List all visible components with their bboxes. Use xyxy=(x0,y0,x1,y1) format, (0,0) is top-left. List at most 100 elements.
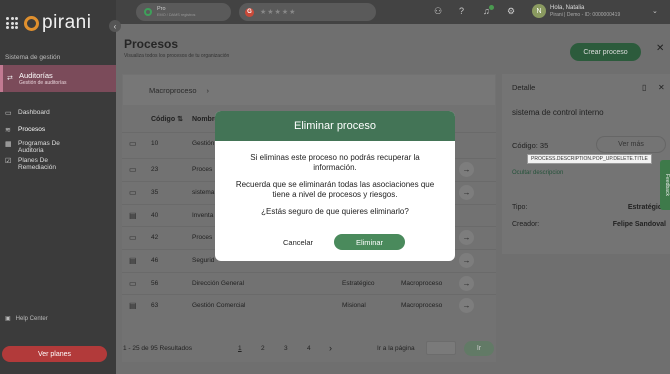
open-row-arrow-icon[interactable]: → xyxy=(459,161,474,177)
help-center-link[interactable]: ▣ Help Center xyxy=(5,315,48,323)
sidebar-item-programas[interactable]: ▦ Programas De Auditoria xyxy=(0,140,116,154)
avatar[interactable]: N xyxy=(532,4,546,18)
detail-process-name: sistema de control interno xyxy=(512,108,604,117)
folder-icon: ▭ xyxy=(129,187,137,197)
layers-icon: ≋ xyxy=(5,127,11,134)
document-icon: ▤ xyxy=(129,300,137,310)
folder-icon: ▭ xyxy=(129,232,137,242)
detail-code: Código: 35 xyxy=(512,141,549,150)
pirani-logo-icon xyxy=(24,15,39,31)
logo-row: pirani xyxy=(0,0,116,46)
sidebar-item-dashboard[interactable]: ▭ Dashboard xyxy=(0,109,116,117)
row-category: Macroproceso xyxy=(401,301,443,309)
column-code-label: Código xyxy=(151,116,176,123)
breadcrumb-label: Macroproceso xyxy=(149,85,197,95)
plan-detail: EMO / DAMS registros xyxy=(157,13,196,17)
row-category: Macroproceso xyxy=(401,279,443,287)
detail-title: Detalle xyxy=(512,83,536,92)
create-process-button[interactable]: Crear proceso xyxy=(570,43,641,61)
row-code: 23 xyxy=(151,165,159,173)
brand-logo: pirani xyxy=(24,12,91,34)
detail-panel: Detalle ▯ ✕ sistema de control interno C… xyxy=(502,74,670,254)
monitor-icon: ▭ xyxy=(5,110,12,117)
user-name: Hola, Natalia xyxy=(550,5,585,11)
row-code: 46 xyxy=(151,256,159,264)
audit-icon: ⇄ xyxy=(7,75,13,82)
apps-grid-icon[interactable] xyxy=(6,17,18,29)
table-row[interactable]: ▭ 56 Dirección General Estratégico Macro… xyxy=(122,272,496,293)
close-icon[interactable]: ✕ xyxy=(656,43,664,54)
open-row-arrow-icon[interactable]: → xyxy=(459,297,474,313)
module-auditorias[interactable]: ⇄ Auditorías Gestión de auditorías xyxy=(0,65,116,92)
folder-icon: ▭ xyxy=(129,164,137,174)
next-page-icon[interactable]: › xyxy=(329,343,332,353)
chevron-right-icon: › xyxy=(206,85,210,95)
column-code[interactable]: Código ⇅ xyxy=(151,115,183,123)
page-3[interactable]: 3 xyxy=(284,345,288,352)
rating-pill[interactable]: G ★★★★★ xyxy=(239,3,376,21)
feedback-tab[interactable]: Feedback xyxy=(660,160,670,210)
sidebar-item-planes[interactable]: ☑ Planes De Remediación xyxy=(0,157,116,171)
page-2[interactable]: 2 xyxy=(261,345,265,352)
chevron-down-icon[interactable]: ⌄ xyxy=(652,7,658,15)
pagination: 1 - 25 de 95 Resultados 1 2 3 4 › Ir a l… xyxy=(122,338,496,358)
page-4[interactable]: 4 xyxy=(307,345,311,352)
open-row-arrow-icon[interactable]: → xyxy=(459,275,474,291)
collapse-sidebar-button[interactable]: ‹ xyxy=(109,20,121,32)
row-type: Estratégico xyxy=(342,279,375,287)
row-code: 35 xyxy=(151,188,159,196)
row-code: 10 xyxy=(151,139,159,147)
dialog-question: ¿Estás seguro de que quieres eliminarlo? xyxy=(261,207,409,216)
user-info[interactable]: Hola, Natalia Pirani | Demo - ID: 000000… xyxy=(550,5,620,19)
plan-icon xyxy=(144,8,152,16)
row-code: 56 xyxy=(151,279,159,287)
help-label: Help Center xyxy=(15,315,48,322)
page-1[interactable]: 1 xyxy=(238,345,242,352)
document-icon: ▤ xyxy=(129,210,137,220)
delete-process-dialog: Eliminar proceso Si eliminas este proces… xyxy=(215,111,455,261)
view-plans-button[interactable]: Ver planes xyxy=(2,346,107,362)
module-name: Auditorías xyxy=(19,71,53,80)
sort-icon[interactable]: ⇅ xyxy=(177,116,183,123)
checkbox-icon: ☑ xyxy=(5,158,12,165)
row-name: Gestión Comercial xyxy=(192,301,246,309)
sidebar-item-label: Planes De Remediación xyxy=(18,157,56,171)
sidebar-item-label: Programas De Auditoria xyxy=(18,140,60,154)
brand-name: pirani xyxy=(42,12,92,33)
sidebar: pirani Sistema de gestión ⇄ Auditorías G… xyxy=(0,0,116,374)
document-icon: ▤ xyxy=(129,255,137,265)
sidebar-item-procesos[interactable]: ≋ Procesos xyxy=(0,126,116,134)
table-row[interactable]: ▤ 63 Gestión Comercial Misional Macropro… xyxy=(122,294,496,315)
row-name: Proces xyxy=(192,233,213,241)
calendar-icon: ▦ xyxy=(5,141,12,148)
open-row-arrow-icon[interactable]: → xyxy=(459,184,474,200)
delete-button[interactable]: Eliminar xyxy=(334,234,405,250)
goto-page-input[interactable] xyxy=(426,341,456,355)
folder-icon: ▭ xyxy=(129,138,137,148)
section-label: Sistema de gestión xyxy=(5,54,61,61)
goto-page-button[interactable]: Ir xyxy=(464,341,494,356)
plan-pill[interactable]: Pro EMO / DAMS registros xyxy=(136,3,231,21)
creator-value: Felipe Sandoval xyxy=(612,221,666,228)
row-name: Inventa xyxy=(192,211,214,219)
view-more-button[interactable]: Ver más xyxy=(596,136,666,153)
rating-stars[interactable]: ★★★★★ xyxy=(260,8,296,16)
gear-icon[interactable]: ⚙ xyxy=(507,6,515,17)
sidebar-item-label: Procesos xyxy=(18,126,46,133)
trash-icon[interactable]: ▯ xyxy=(642,83,646,92)
add-user-icon[interactable]: ⚇ xyxy=(434,6,442,17)
help-circle-icon[interactable]: ? xyxy=(459,6,464,16)
open-row-arrow-icon[interactable]: → xyxy=(459,229,474,245)
page-title: Procesos xyxy=(124,37,179,51)
open-row-arrow-icon[interactable]: → xyxy=(459,252,474,268)
breadcrumb[interactable]: Macroproceso › xyxy=(123,75,495,105)
row-name: Proces xyxy=(192,165,213,173)
goto-page-label: Ir a la página xyxy=(377,344,415,352)
row-name: Segurid xyxy=(192,256,215,264)
type-label: Tipo: xyxy=(512,204,528,211)
tooltip: PROCESS.DESCRIPTION.POP_UP.DELETE.TITLE xyxy=(527,154,652,164)
row-code: 40 xyxy=(151,211,159,219)
close-icon[interactable]: ✕ xyxy=(658,83,665,92)
hide-description-link[interactable]: Ocultar descripcion xyxy=(512,170,563,176)
cancel-button[interactable]: Cancelar xyxy=(275,234,321,250)
